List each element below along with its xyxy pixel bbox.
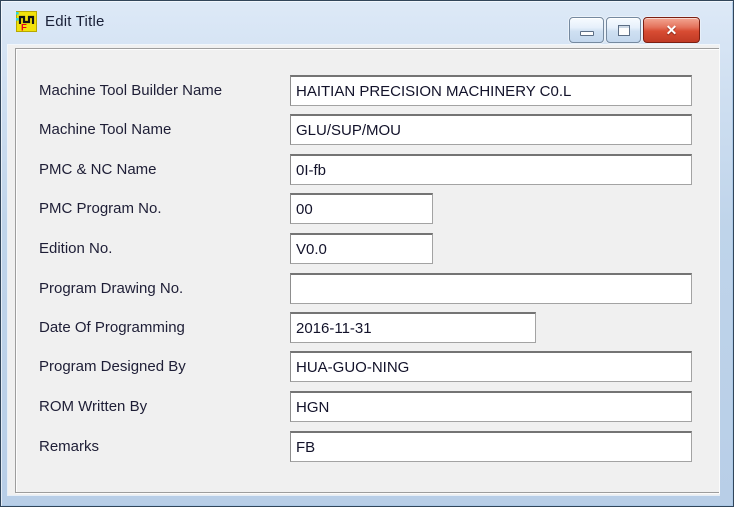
form-row: Program Drawing No. [8, 273, 719, 304]
pmc-program-no-input[interactable] [290, 193, 433, 224]
field-label-edition-no: Edition No. [39, 233, 112, 264]
window-title: Edit Title [45, 13, 105, 30]
program-designed-by-input[interactable] [290, 351, 692, 382]
field-label-program-designed-by: Program Designed By [39, 351, 186, 382]
field-label-pmc-nc-name: PMC & NC Name [39, 154, 157, 185]
field-label-date-of-programming: Date Of Programming [39, 312, 185, 343]
field-label-rom-written-by: ROM Written By [39, 391, 147, 422]
form-row: Edition No. [8, 233, 719, 264]
machine-tool-builder-name-input[interactable] [290, 75, 692, 106]
remarks-input[interactable] [290, 431, 692, 462]
date-of-programming-input[interactable] [290, 312, 536, 343]
rom-written-by-input[interactable] [290, 391, 692, 422]
field-label-machine-tool-builder-name: Machine Tool Builder Name [39, 75, 222, 106]
form-row: Machine Tool Builder Name [8, 75, 719, 106]
close-button[interactable]: ✕ [643, 17, 700, 43]
edit-title-window: F Edit Title ✕ Machine Tool Builder Name… [0, 0, 734, 507]
edition-no-input[interactable] [290, 233, 433, 264]
pmc-nc-name-input[interactable] [290, 154, 692, 185]
machine-tool-name-input[interactable] [290, 114, 692, 145]
dialog-client-area: Machine Tool Builder Name Machine Tool N… [8, 45, 719, 495]
field-label-remarks: Remarks [39, 431, 99, 462]
form-row: Remarks [8, 431, 719, 462]
program-drawing-no-input[interactable] [290, 273, 692, 304]
form-row: PMC & NC Name [8, 154, 719, 185]
maximize-button[interactable] [606, 17, 641, 43]
form-row: Machine Tool Name [8, 114, 719, 145]
fanuc-ladder-icon[interactable]: F [16, 11, 37, 32]
maximize-icon [618, 25, 630, 36]
form-row: ROM Written By [8, 391, 719, 422]
minimize-icon [580, 31, 594, 36]
minimize-button[interactable] [569, 17, 604, 43]
form-row: Program Designed By [8, 351, 719, 382]
field-label-pmc-program-no: PMC Program No. [39, 193, 162, 224]
form-row: PMC Program No. [8, 193, 719, 224]
field-label-machine-tool-name: Machine Tool Name [39, 114, 171, 145]
field-label-program-drawing-no: Program Drawing No. [39, 273, 183, 304]
close-icon: ✕ [666, 23, 678, 37]
form-row: Date Of Programming [8, 312, 719, 343]
title-bar[interactable]: F Edit Title ✕ [1, 1, 733, 45]
svg-text:F: F [21, 23, 27, 33]
